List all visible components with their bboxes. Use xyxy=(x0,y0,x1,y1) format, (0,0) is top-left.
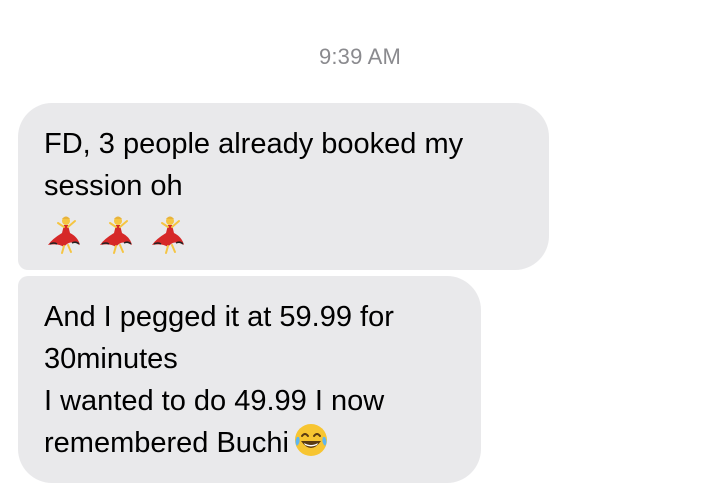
message-bubble[interactable]: And I pegged it at 59.99 for 30minutes I… xyxy=(18,276,481,483)
dancer-icon xyxy=(48,216,80,254)
message-text-fragment: remembered Buchi xyxy=(44,427,289,459)
message-text-line: FD, 3 people already booked my xyxy=(44,128,464,160)
message-timestamp: 9:39 AM xyxy=(318,44,402,69)
dancer-icon xyxy=(152,216,184,254)
tears-of-joy-icon xyxy=(295,424,327,456)
message-text-line: I wanted to do 49.99 I now xyxy=(44,385,385,417)
message-bubble[interactable]: FD, 3 people already booked my session o… xyxy=(18,103,549,270)
message-text-line: remembered Buchi xyxy=(44,422,455,464)
message-text-line: 30minutes xyxy=(44,343,178,375)
message-text-line: And I pegged it at 59.99 for xyxy=(44,301,394,333)
message-text-line: session oh xyxy=(44,170,183,202)
dancer-icon xyxy=(100,216,132,254)
emoji-row xyxy=(44,215,523,255)
